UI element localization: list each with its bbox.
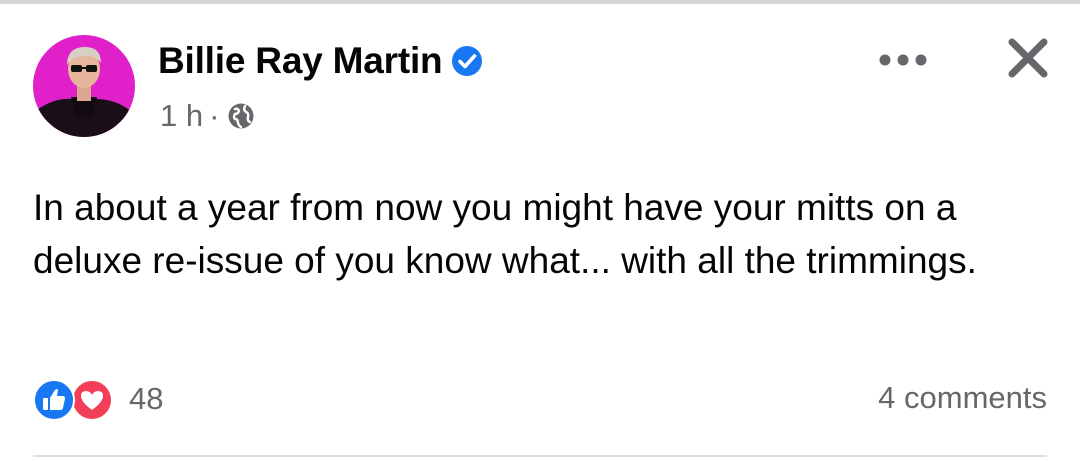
author-row: Billie Ray Martin — [158, 38, 483, 84]
like-reaction-icon — [33, 379, 75, 421]
reaction-icons — [33, 377, 119, 421]
reactions-summary[interactable]: 48 — [33, 376, 163, 422]
ellipsis-icon — [879, 54, 927, 66]
profile-photo — [33, 35, 135, 137]
close-icon — [1008, 38, 1048, 78]
globe-icon[interactable] — [225, 100, 257, 132]
bottom-divider — [33, 455, 1047, 457]
reaction-count[interactable]: 48 — [129, 381, 163, 417]
post-meta: 1 h · — [160, 96, 257, 136]
comments-count-link[interactable]: 4 comments — [878, 380, 1047, 416]
love-reaction-icon — [71, 379, 113, 421]
post-timestamp[interactable]: 1 h — [160, 98, 203, 134]
post-text: In about a year from now you might have … — [33, 187, 977, 281]
author-name[interactable]: Billie Ray Martin — [158, 40, 443, 82]
close-button[interactable] — [1000, 30, 1056, 86]
verified-badge-icon — [451, 45, 483, 77]
meta-separator: · — [209, 98, 220, 133]
more-options-button[interactable] — [876, 42, 930, 78]
top-divider — [0, 0, 1080, 4]
avatar[interactable] — [33, 35, 135, 137]
